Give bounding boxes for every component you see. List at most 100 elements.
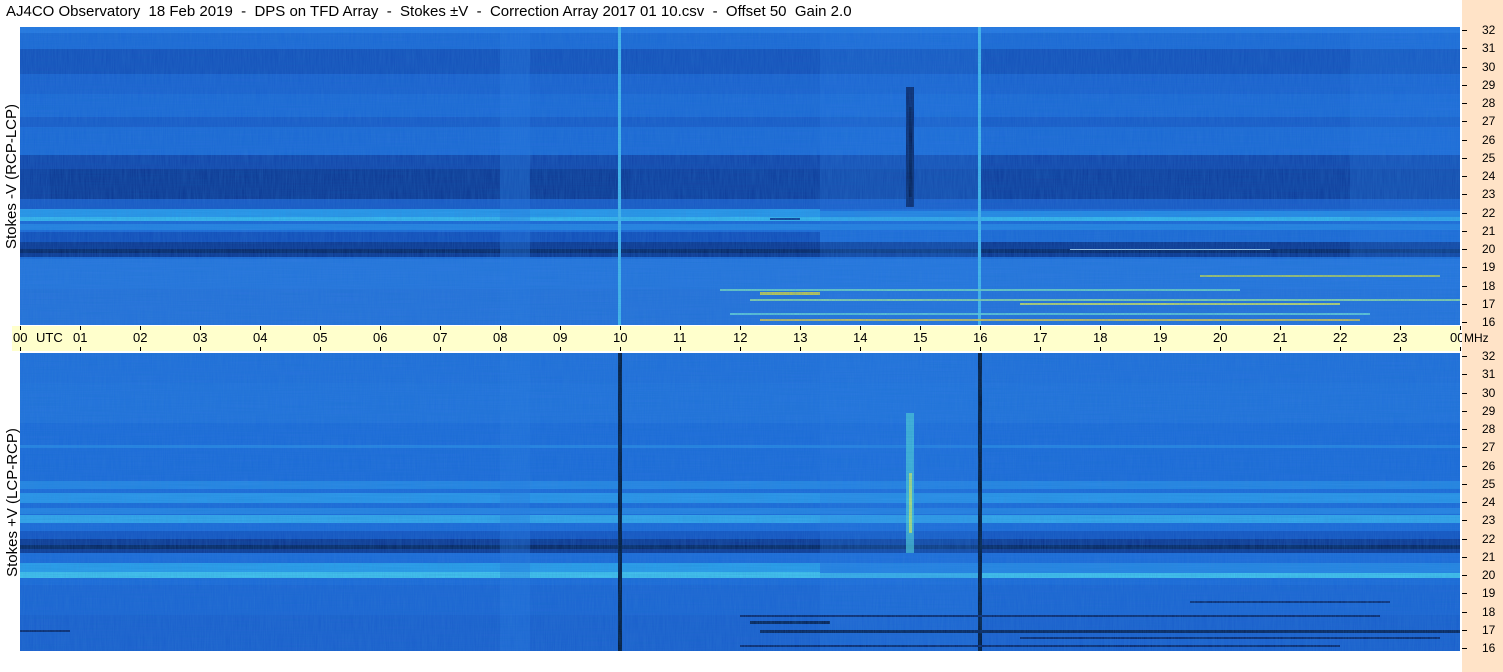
time-tick	[1040, 347, 1041, 351]
freq-label: 17	[1482, 296, 1496, 311]
time-tick	[1280, 347, 1281, 351]
time-label: 20	[1213, 330, 1228, 345]
freq-label: 25	[1482, 476, 1496, 491]
time-label: 13	[793, 330, 808, 345]
freq-label: 21	[1482, 549, 1496, 564]
freq-label: 28	[1482, 422, 1496, 436]
freq-tick	[1462, 66, 1467, 68]
time-label: 04	[253, 330, 268, 345]
freq-tick	[1462, 502, 1467, 503]
freq-tick	[1462, 230, 1467, 232]
freq-label: 26	[1482, 458, 1496, 473]
freq-tick	[1462, 556, 1467, 558]
time-label: 09	[553, 330, 568, 345]
freq-label: 22	[1482, 205, 1496, 220]
freq-label: 19	[1482, 586, 1496, 601]
freq-label: 20	[1482, 242, 1496, 256]
freq-label: 29	[1482, 403, 1496, 418]
freq-label: 32	[1482, 349, 1496, 363]
freq-tick	[1462, 611, 1467, 613]
freq-tick	[1462, 285, 1467, 287]
freq-tick	[1462, 356, 1467, 357]
freq-tick	[1462, 410, 1467, 412]
freq-tick	[1462, 212, 1467, 214]
freq-label: 20	[1482, 568, 1496, 582]
freq-tick	[1462, 520, 1467, 522]
spectrogram-top[interactable]	[20, 27, 1460, 325]
freq-tick	[1462, 322, 1467, 323]
time-tick	[1400, 347, 1401, 351]
freq-tick	[1462, 103, 1467, 104]
frequency-scale-top: 32 31 30 29 28 27 26 25 24 23 22 21 20 19 18 17 16	[1462, 24, 1503, 328]
freq-tick	[1462, 575, 1467, 576]
time-label: 02	[133, 330, 148, 345]
freq-label: 16	[1482, 641, 1496, 655]
freq-label: 23	[1482, 513, 1496, 528]
time-label: 03	[193, 330, 208, 345]
freq-label: 24	[1482, 169, 1496, 183]
freq-tick	[1462, 429, 1467, 430]
time-label: 05	[313, 330, 328, 345]
freq-label: 17	[1482, 622, 1496, 637]
freq-tick	[1462, 84, 1467, 86]
time-tick	[1160, 347, 1161, 351]
freq-label: 27	[1482, 440, 1496, 455]
page-title: AJ4CO Observatory 18 Feb 2019 - DPS on T…	[6, 3, 852, 20]
freq-label: 27	[1482, 114, 1496, 129]
freq-tick	[1462, 648, 1467, 649]
time-tick	[800, 347, 801, 351]
freq-label: 22	[1482, 531, 1496, 546]
time-tick	[980, 347, 981, 351]
freq-tick	[1462, 629, 1467, 631]
freq-tick	[1462, 392, 1467, 394]
time-label: 21	[1273, 330, 1288, 345]
time-tick	[440, 347, 441, 351]
freq-tick	[1462, 249, 1467, 250]
time-tick	[380, 347, 381, 351]
freq-tick	[1462, 48, 1467, 50]
time-tick	[1460, 347, 1461, 351]
freq-label: 18	[1482, 604, 1496, 619]
freq-label: 28	[1482, 96, 1496, 110]
freq-label: 23	[1482, 187, 1496, 202]
time-tick	[740, 347, 741, 351]
time-label: 18	[1093, 330, 1108, 345]
freq-tick	[1462, 176, 1467, 177]
time-label: 22	[1333, 330, 1348, 345]
freq-label: 21	[1482, 223, 1496, 238]
freq-tick	[1462, 465, 1467, 467]
time-tick	[860, 347, 861, 351]
time-tick	[200, 347, 201, 351]
time-label: 01	[73, 330, 88, 345]
freq-label: 29	[1482, 77, 1496, 92]
time-tick	[1100, 347, 1101, 351]
time-label: 15	[913, 330, 928, 345]
time-label: 12	[733, 330, 748, 345]
time-tick	[620, 347, 621, 351]
time-axis-bar: 00 UTC 01 02 03 04 05 06 07 08 09 10 11 12 13 14 15 16 17 1…	[12, 326, 1464, 351]
time-label: 14	[853, 330, 868, 345]
freq-tick	[1462, 194, 1467, 196]
time-tick	[1340, 347, 1341, 351]
time-label: 17	[1033, 330, 1048, 345]
freq-label: 31	[1482, 41, 1496, 56]
freq-tick	[1462, 483, 1467, 485]
time-label: 16	[973, 330, 988, 345]
time-label: 11	[673, 330, 687, 345]
freq-label: 18	[1482, 278, 1496, 293]
time-tick	[20, 347, 21, 351]
time-tick	[500, 347, 501, 351]
freq-tick	[1462, 267, 1467, 269]
freq-tick	[1462, 374, 1467, 376]
spectrogram-bottom[interactable]	[20, 353, 1460, 651]
freq-tick	[1462, 447, 1467, 449]
freq-label: 31	[1482, 367, 1496, 382]
time-tick	[80, 347, 81, 351]
freq-tick	[1462, 303, 1467, 305]
freq-label: 26	[1482, 132, 1496, 147]
time-tick	[260, 347, 261, 351]
time-label: 07	[433, 330, 448, 345]
freq-tick	[1462, 30, 1467, 31]
freq-label: 19	[1482, 260, 1496, 275]
time-label: 10	[613, 330, 628, 345]
